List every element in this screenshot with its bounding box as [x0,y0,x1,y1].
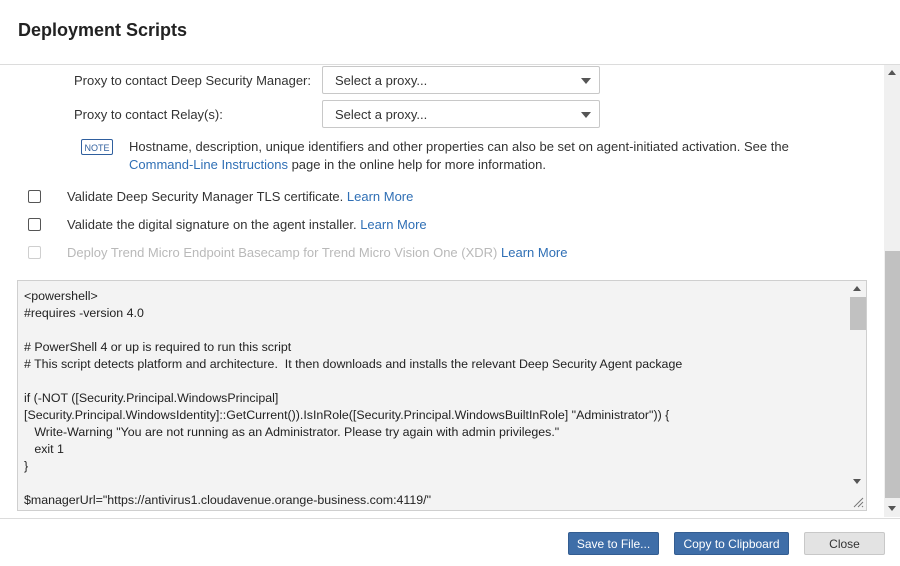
note-text: Hostname, description, unique identifier… [129,138,829,174]
proxy-relay-value: Select a proxy... [335,107,428,122]
validate-tls-label: Validate Deep Security Manager TLS certi… [67,189,413,204]
validate-signature-text: Validate the digital signature on the ag… [67,217,361,232]
note-text-after: page in the online help for more informa… [287,157,546,172]
chevron-down-icon [581,112,591,118]
dialog-title: Deployment Scripts [18,20,188,40]
validate-signature-checkbox[interactable] [28,218,41,231]
script-content: <powershell> #requires -version 4.0 # Po… [24,289,683,507]
script-scroll-thumb[interactable] [850,297,866,330]
chevron-down-icon [581,78,591,84]
dialog-scroll-thumb[interactable] [885,251,900,498]
command-line-instructions-link[interactable]: Command-Line Instructions [129,157,288,172]
script-scrollbar[interactable] [849,281,866,510]
note-text-before: Hostname, description, unique identifier… [129,139,789,154]
validate-tls-checkbox[interactable] [28,190,41,203]
deploy-basecamp-label: Deploy Trend Micro Endpoint Basecamp for… [67,245,567,260]
proxy-manager-label: Proxy to contact Deep Security Manager: [74,73,312,88]
scroll-up-icon[interactable] [888,70,896,75]
proxy-relay-label: Proxy to contact Relay(s): [74,107,223,122]
deployment-script-textarea[interactable]: <powershell> #requires -version 4.0 # Po… [17,280,867,511]
scroll-down-icon[interactable] [853,479,861,484]
note-badge: NOTE [81,139,113,155]
resize-grip-icon[interactable] [852,496,864,508]
validate-tls-text: Validate Deep Security Manager TLS certi… [67,189,347,204]
proxy-relay-select[interactable]: Select a proxy... [322,100,600,128]
proxy-manager-value: Select a proxy... [335,73,428,88]
proxy-manager-select[interactable]: Select a proxy... [322,66,600,94]
copy-to-clipboard-button[interactable]: Copy to Clipboard [674,532,789,555]
dialog-footer: Save to File... Copy to Clipboard Close [0,518,900,566]
deploy-basecamp-checkbox [28,246,41,259]
dialog-header: Deployment Scripts [0,0,900,65]
scroll-down-icon[interactable] [888,506,896,511]
save-to-file-button[interactable]: Save to File... [568,532,659,555]
scroll-up-icon[interactable] [853,286,861,291]
dialog-scrollbar[interactable] [884,65,900,517]
validate-signature-learn-more-link[interactable]: Learn More [360,217,426,232]
deploy-basecamp-learn-more-link[interactable]: Learn More [501,245,567,260]
deploy-basecamp-text: Deploy Trend Micro Endpoint Basecamp for… [67,245,501,260]
close-button[interactable]: Close [804,532,885,555]
validate-tls-learn-more-link[interactable]: Learn More [347,189,413,204]
validate-signature-label: Validate the digital signature on the ag… [67,217,427,232]
dialog-content: Proxy to contact Deep Security Manager: … [0,65,884,517]
